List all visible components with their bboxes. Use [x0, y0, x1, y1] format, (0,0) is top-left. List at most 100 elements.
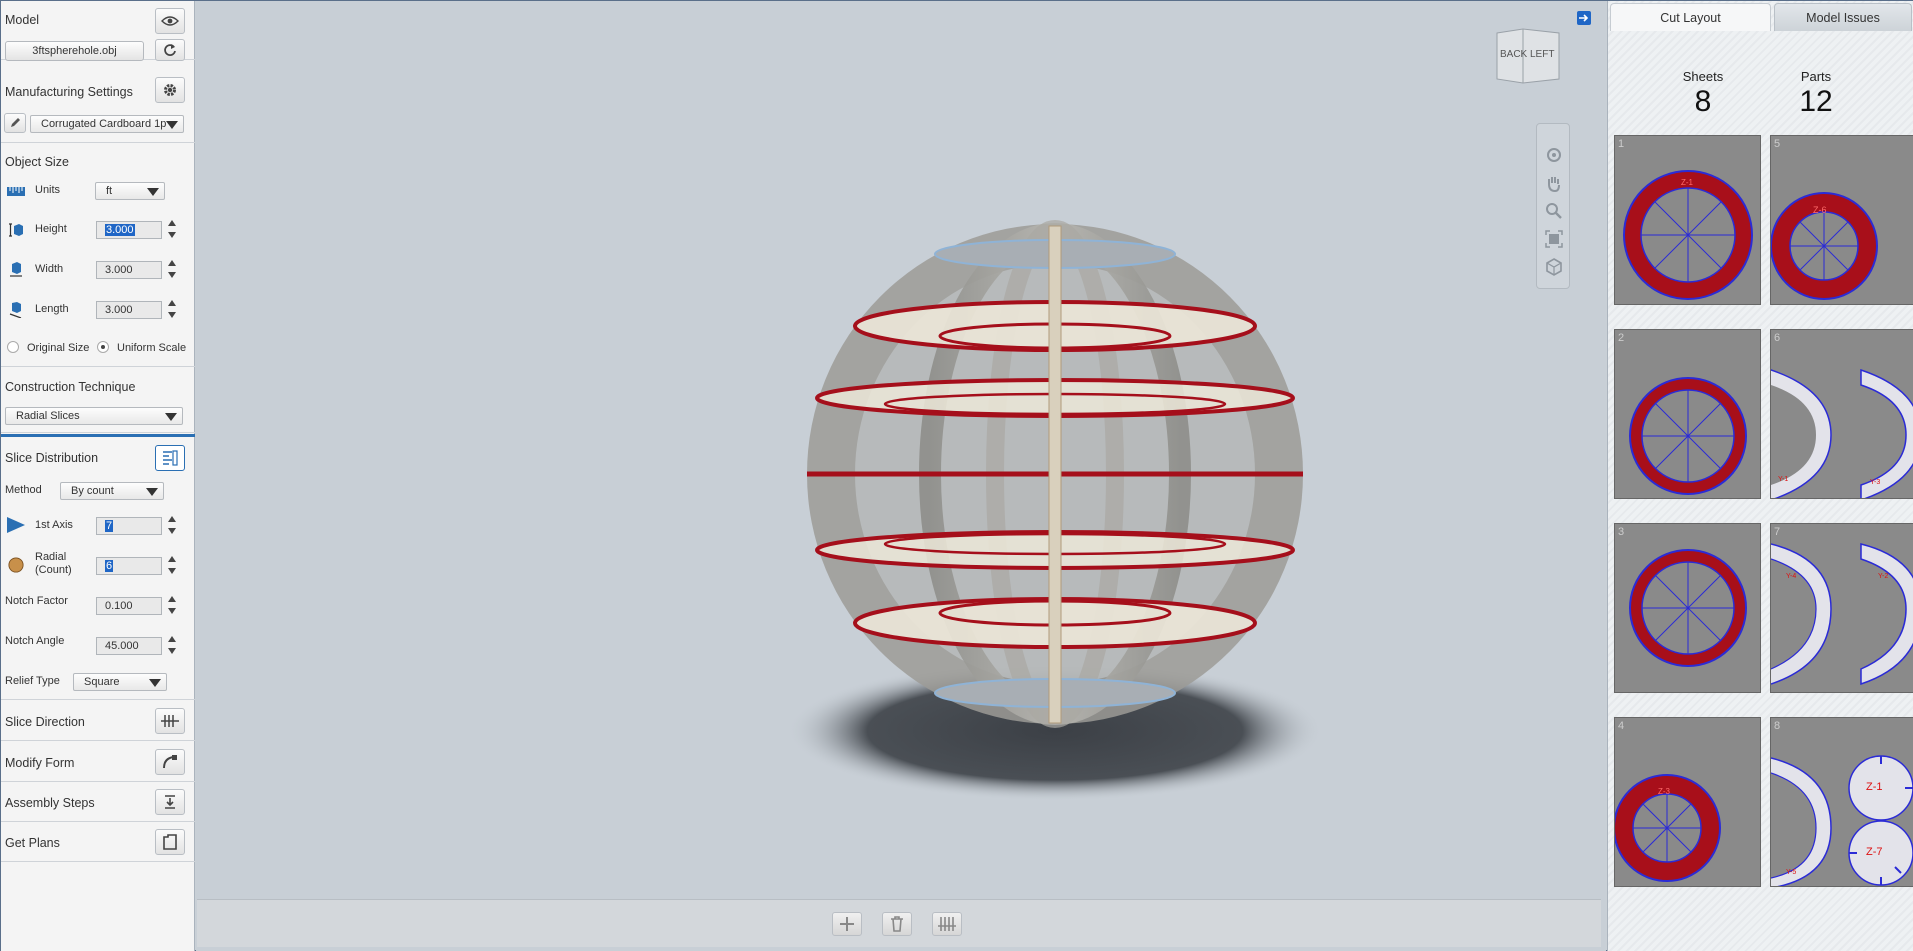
- first-axis-spinner[interactable]: [166, 515, 178, 537]
- pan-hand-icon[interactable]: [1545, 174, 1563, 192]
- model-title: Model: [5, 13, 40, 27]
- first-axis-triangle-icon: [7, 517, 25, 533]
- sheet-thumbnail[interactable]: 5: [1770, 135, 1913, 305]
- tab-model-issues[interactable]: Model Issues: [1774, 3, 1912, 31]
- first-axis-label: 1st Axis: [35, 519, 73, 531]
- expand-panel-button[interactable]: [1577, 11, 1591, 25]
- distribution-icon: [163, 450, 178, 466]
- notch-factor-label: Notch Factor: [5, 595, 68, 607]
- spin-down-icon: [168, 312, 176, 318]
- radial-input[interactable]: 6: [96, 557, 162, 575]
- assembly-steps-button[interactable]: [155, 789, 185, 815]
- fit-view-icon[interactable]: [1545, 230, 1563, 248]
- slice-direction-section[interactable]: Slice Direction: [1, 701, 195, 741]
- method-dropdown[interactable]: By count: [60, 482, 164, 500]
- object-size-section: Object Size Units ft Height 3.000 Width …: [1, 144, 195, 367]
- modify-form-section[interactable]: Modify Form: [1, 742, 195, 782]
- zoom-icon[interactable]: [1545, 202, 1563, 220]
- length-label: Length: [35, 303, 69, 315]
- height-input[interactable]: 3.000: [96, 221, 162, 239]
- width-label: Width: [35, 263, 64, 275]
- view-cube-back-label: BACK: [1500, 49, 1528, 60]
- slice-sliders-icon: [938, 917, 956, 931]
- right-cut-layout-panel: Cut Layout Model Issues Sheets 8 Parts 1…: [1607, 1, 1913, 951]
- material-value: Corrugated Cardboard 1p: [41, 118, 167, 130]
- radial-circle-icon: [8, 557, 24, 573]
- slice-options-button[interactable]: [932, 912, 962, 936]
- sheet-thumbnail[interactable]: 1: [1614, 135, 1761, 305]
- slice-direction-button[interactable]: [155, 708, 185, 734]
- model-section: Model 3ftspherehole.obj: [1, 1, 195, 61]
- left-settings-panel: Model 3ftspherehole.obj Manufacturing Se…: [1, 1, 195, 951]
- modify-form-button[interactable]: [155, 749, 185, 775]
- original-size-label: Original Size: [27, 342, 90, 354]
- technique-value: Radial Slices: [16, 410, 80, 422]
- assembly-steps-section[interactable]: Assembly Steps: [1, 782, 195, 822]
- tab-cut-layout[interactable]: Cut Layout: [1610, 3, 1771, 31]
- arrow-right-icon: [1579, 14, 1589, 22]
- notch-factor-input[interactable]: 0.100: [96, 597, 162, 615]
- orbit-icon[interactable]: [1545, 146, 1563, 164]
- original-size-radio[interactable]: [7, 341, 19, 353]
- add-slice-button[interactable]: [832, 912, 862, 936]
- chevron-down-icon: [147, 188, 159, 196]
- sheets-count: 8: [1694, 85, 1712, 118]
- width-input[interactable]: 3.000: [96, 261, 162, 279]
- uniform-scale-radio[interactable]: [97, 341, 109, 353]
- notch-angle-label: Notch Angle: [5, 635, 65, 647]
- notch-angle-spinner[interactable]: [166, 635, 178, 657]
- sheet-thumbnail[interactable]: 4: [1614, 717, 1761, 887]
- material-dropdown[interactable]: Corrugated Cardboard 1p: [30, 115, 184, 133]
- slice-distribution-button[interactable]: [155, 445, 185, 471]
- radial-spinner[interactable]: [166, 555, 178, 577]
- 3d-viewport[interactable]: BACK LEFT: [196, 1, 1606, 951]
- manufacturing-settings-button[interactable]: [155, 77, 185, 103]
- part-label: Z-1: [1681, 178, 1693, 187]
- sheet-number: 1: [1618, 138, 1625, 150]
- get-plans-title: Get Plans: [5, 836, 60, 850]
- width-spinner[interactable]: [166, 259, 178, 281]
- visibility-button[interactable]: [155, 8, 185, 34]
- view-cube[interactable]: BACK LEFT: [1493, 27, 1563, 85]
- height-spinner[interactable]: [166, 219, 178, 241]
- spin-down-icon: [168, 648, 176, 654]
- sheet-parts-half-rings: [1771, 368, 1913, 498]
- notch-factor-spinner[interactable]: [166, 595, 178, 617]
- sheet-thumbnail[interactable]: 7: [1770, 523, 1913, 693]
- get-plans-button[interactable]: [155, 829, 185, 855]
- sheet-parts-ring: [1615, 774, 1721, 882]
- length-cube-icon: [9, 302, 22, 318]
- radial-value: 6: [105, 560, 114, 572]
- object-size-title: Object Size: [5, 155, 69, 169]
- first-axis-input[interactable]: 7: [96, 517, 162, 535]
- units-value: ft: [106, 185, 113, 197]
- sheet-parts-ring: [1771, 192, 1878, 300]
- relief-type-label: Relief Type: [5, 675, 60, 687]
- sheet-thumbnail[interactable]: 8: [1770, 717, 1913, 887]
- model-file-button[interactable]: 3ftspherehole.obj: [5, 41, 144, 61]
- part-label: Z-1: [1866, 781, 1883, 793]
- sheet-thumbnail[interactable]: 6: [1770, 329, 1913, 499]
- relief-type-dropdown[interactable]: Square: [73, 673, 167, 691]
- length-input[interactable]: 3.000: [96, 301, 162, 319]
- sheet-number: 6: [1774, 332, 1781, 344]
- spin-down-icon: [168, 528, 176, 534]
- sheet-parts-ring: [1629, 377, 1747, 495]
- view-cube-toggle-icon[interactable]: [1545, 258, 1563, 276]
- technique-dropdown[interactable]: Radial Slices: [5, 407, 183, 425]
- sheet-thumbnail[interactable]: 2: [1614, 329, 1761, 499]
- get-plans-section[interactable]: Get Plans: [1, 822, 195, 862]
- sheet-thumbnail[interactable]: 3: [1614, 523, 1761, 693]
- reload-button[interactable]: [155, 39, 185, 61]
- slice-distribution-section: Slice Distribution Method By count 1st A…: [1, 434, 195, 700]
- part-label: Z-6: [1813, 205, 1827, 215]
- units-dropdown[interactable]: ft: [95, 182, 165, 200]
- spin-up-icon: [168, 636, 176, 642]
- delete-slice-button[interactable]: [882, 912, 912, 936]
- edit-material-button[interactable]: [4, 113, 26, 133]
- bottom-toolbar: [197, 899, 1601, 947]
- app-window: Model 3ftspherehole.obj Manufacturing Se…: [0, 0, 1913, 951]
- sheet-number: 2: [1618, 332, 1625, 344]
- length-spinner[interactable]: [166, 299, 178, 321]
- notch-angle-input[interactable]: 45.000: [96, 637, 162, 655]
